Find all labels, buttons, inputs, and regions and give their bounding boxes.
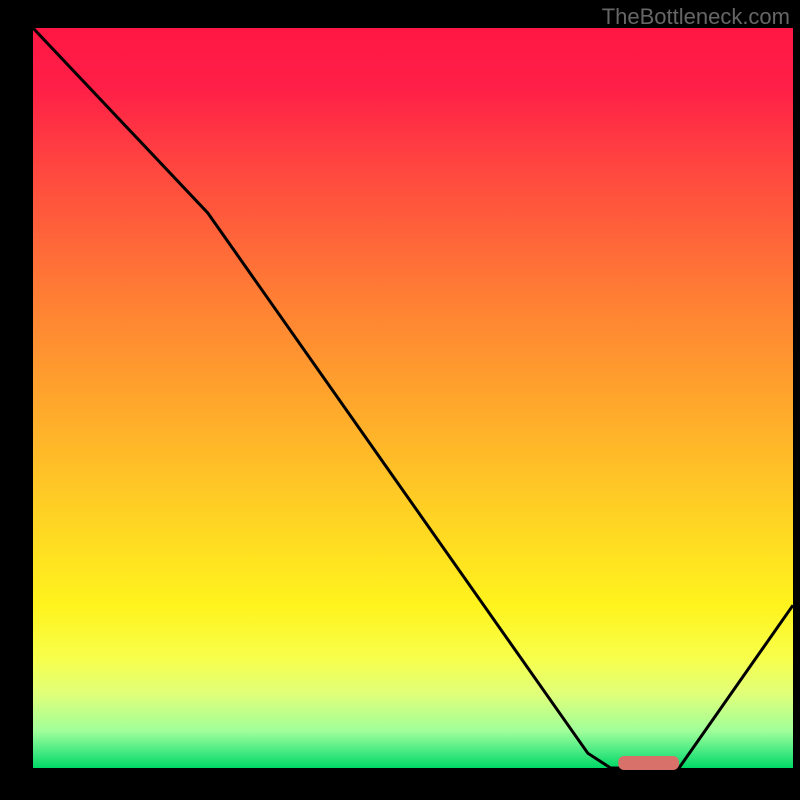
bottleneck-chart (0, 0, 800, 800)
gradient-background (33, 28, 793, 768)
optimal-range-marker (618, 756, 679, 770)
chart-container: TheBottleneck.com (0, 0, 800, 800)
watermark-text: TheBottleneck.com (602, 4, 790, 30)
